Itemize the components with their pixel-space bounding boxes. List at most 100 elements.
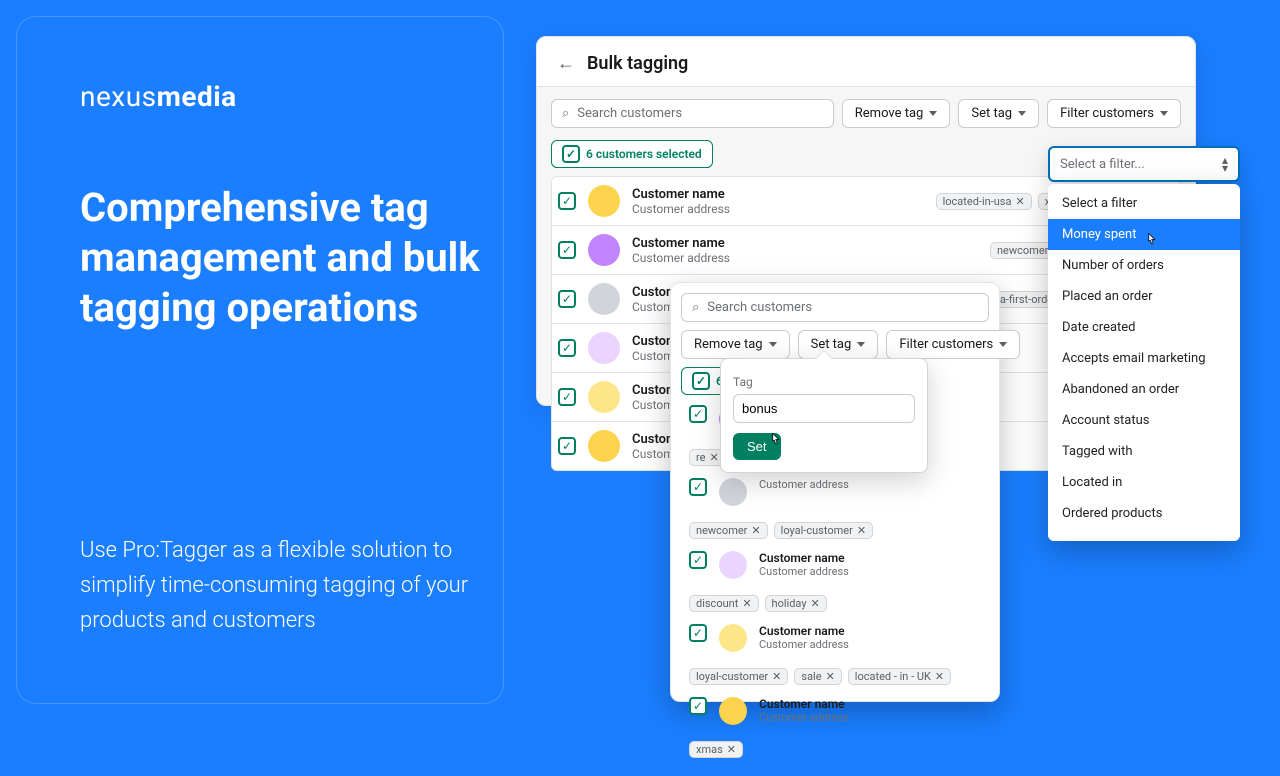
- remove-tag-icon[interactable]: ✕: [811, 597, 820, 610]
- row-checkbox[interactable]: ✓: [558, 192, 576, 210]
- set-button[interactable]: Set: [733, 433, 781, 460]
- marketing-panel: nexusmedia Comprehensive tag management …: [0, 0, 520, 720]
- customer-address: Customer address: [759, 478, 981, 491]
- avatar: [719, 478, 747, 506]
- remove-tag-button[interactable]: Remove tag: [842, 99, 951, 128]
- avatar: [719, 551, 747, 579]
- back-arrow-icon[interactable]: ←: [557, 53, 575, 74]
- avatar: [588, 185, 620, 217]
- filter-option[interactable]: Select a filter: [1048, 188, 1240, 219]
- customer-name: Customer name: [759, 624, 981, 638]
- customer-name: Customer name: [759, 551, 981, 565]
- avatar: [588, 283, 620, 315]
- filter-option[interactable]: Date created: [1048, 312, 1240, 343]
- chevron-down-icon: [857, 342, 865, 347]
- row-checkbox[interactable]: ✓: [689, 697, 707, 715]
- row-checkbox[interactable]: ✓: [689, 478, 707, 496]
- row-checkbox[interactable]: ✓: [558, 339, 576, 357]
- set-tag-button[interactable]: Set tag: [958, 99, 1039, 128]
- filter-select[interactable]: Select a filter... ▴▾: [1048, 146, 1240, 182]
- customer-address: Customer address: [759, 711, 981, 724]
- row-checkbox[interactable]: ✓: [689, 551, 707, 569]
- search-icon: ⌕: [562, 106, 569, 121]
- chevron-down-icon: [929, 111, 937, 116]
- filter-option[interactable]: Ordered products: [1048, 498, 1240, 529]
- avatar: [719, 697, 747, 725]
- brand-prefix: nexus: [80, 80, 157, 113]
- tag-input-label: Tag: [733, 375, 753, 389]
- tag-chip[interactable]: loyal-customer ✕: [689, 668, 788, 685]
- filter-customers-button[interactable]: Filter customers: [1047, 99, 1181, 128]
- bulk-tagging-panel-overlay: ⌕ Search customers Remove tag Set tag Fi…: [670, 282, 1000, 702]
- search-input[interactable]: ⌕ Search customers: [681, 293, 989, 322]
- remove-tag-icon[interactable]: ✕: [742, 597, 751, 610]
- remove-tag-icon[interactable]: ✕: [772, 670, 781, 683]
- brand-logo: nexusmedia: [80, 80, 480, 113]
- customer-address: Customer address: [759, 638, 981, 651]
- filter-dropdown: Select a filterMoney spentNumber of orde…: [1048, 184, 1240, 541]
- table-row[interactable]: ✓ Customer nameCustomer address loyal-cust…: [685, 618, 985, 691]
- set-tag-popover: Tag Set: [720, 358, 928, 473]
- table-row[interactable]: ✓ Customer nameCustomer address discount ✕…: [685, 545, 985, 618]
- brand-bold: media: [157, 80, 237, 113]
- avatar: [588, 430, 620, 462]
- avatar: [588, 381, 620, 413]
- customer-address: Customer address: [632, 202, 924, 216]
- tag-chip[interactable]: loyal-customer ✕: [774, 522, 873, 539]
- row-checkbox[interactable]: ✓: [558, 437, 576, 455]
- avatar: [588, 332, 620, 364]
- row-checkbox[interactable]: ✓: [558, 290, 576, 308]
- table-row[interactable]: ✓ Customer address newcomer ✕ loyal-custome…: [685, 472, 985, 545]
- remove-tag-icon[interactable]: ✕: [857, 524, 866, 537]
- row-checkbox[interactable]: ✓: [558, 241, 576, 259]
- avatar: [719, 624, 747, 652]
- filter-option[interactable]: Number of orders: [1048, 250, 1240, 281]
- set-tag-button[interactable]: Set tag: [798, 330, 879, 359]
- tag-chip[interactable]: newcomer ✕: [689, 522, 768, 539]
- check-icon: ✓: [562, 145, 580, 163]
- row-checkbox[interactable]: ✓: [558, 388, 576, 406]
- remove-tag-icon[interactable]: ✕: [935, 670, 944, 683]
- filter-option[interactable]: Located in: [1048, 467, 1240, 498]
- chevron-down-icon: [1160, 111, 1168, 116]
- tag-chip[interactable]: sale ✕: [794, 668, 841, 685]
- filter-option[interactable]: Abandoned an order: [1048, 374, 1240, 405]
- customer-name: Customer name: [632, 187, 924, 202]
- customer-name: Customer name: [632, 236, 978, 251]
- search-input[interactable]: ⌕ Search customers: [551, 99, 834, 128]
- filter-option[interactable]: Money spent: [1048, 219, 1240, 250]
- filter-customers-button[interactable]: Filter customers: [886, 330, 1020, 359]
- row-checkbox[interactable]: ✓: [689, 405, 707, 423]
- page-title: Bulk tagging: [587, 53, 688, 74]
- check-icon: ✓: [692, 372, 710, 390]
- subcopy: Use Pro:Tagger as a flexible solution to…: [80, 533, 480, 639]
- search-icon: ⌕: [692, 300, 699, 315]
- customer-address: Customer address: [632, 251, 978, 265]
- tag-chip[interactable]: located-in-usa ✕: [936, 193, 1032, 210]
- remove-tag-icon[interactable]: ✕: [751, 524, 760, 537]
- chevron-down-icon: [1018, 111, 1026, 116]
- avatar: [588, 234, 620, 266]
- remove-tag-icon[interactable]: ✕: [1015, 195, 1024, 208]
- chevron-down-icon: [769, 342, 777, 347]
- headline: Comprehensive tag management and bulk ta…: [80, 183, 480, 333]
- chevron-down-icon: [999, 342, 1007, 347]
- filter-option[interactable]: Tagged with: [1048, 436, 1240, 467]
- tag-chip[interactable]: holiday ✕: [765, 595, 827, 612]
- selection-pill[interactable]: ✓ 6 customers selected: [551, 140, 713, 168]
- select-arrows-icon: ▴▾: [1222, 156, 1228, 172]
- remove-tag-icon[interactable]: ✕: [826, 670, 835, 683]
- table-row[interactable]: ✓Customer nameCustomer addressxmas ✕: [685, 691, 985, 764]
- filter-option[interactable]: Placed an order: [1048, 281, 1240, 312]
- tag-input[interactable]: [733, 394, 915, 423]
- row-checkbox[interactable]: ✓: [689, 624, 707, 642]
- filter-option[interactable]: Account status: [1048, 405, 1240, 436]
- filter-option[interactable]: Accepts email marketing: [1048, 343, 1240, 374]
- remove-tag-icon[interactable]: ✕: [727, 743, 736, 756]
- remove-tag-icon[interactable]: ✕: [709, 451, 718, 464]
- customer-address: Customer address: [759, 565, 981, 578]
- remove-tag-button[interactable]: Remove tag: [681, 330, 790, 359]
- tag-chip[interactable]: located - in - UK ✕: [848, 668, 951, 685]
- tag-chip[interactable]: discount ✕: [689, 595, 759, 612]
- tag-chip[interactable]: xmas ✕: [689, 741, 743, 758]
